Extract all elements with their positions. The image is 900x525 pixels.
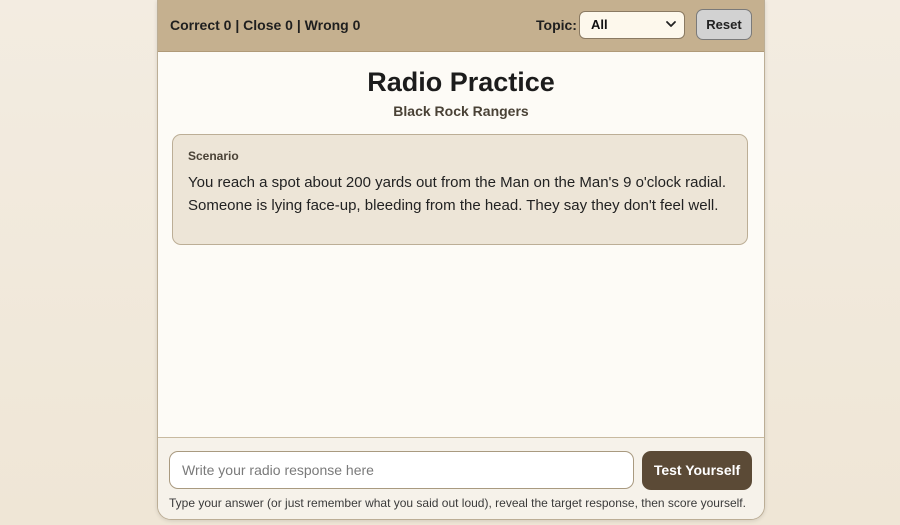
scenario-label: Scenario [188, 149, 239, 163]
score-tally: Correct 0 | Close 0 | Wrong 0 [170, 17, 361, 33]
topic-selected-value: All [591, 17, 608, 32]
response-panel: Test Yourself Type your answer (or just … [158, 437, 764, 519]
chevron-down-icon [666, 21, 676, 27]
practice-app: Correct 0 | Close 0 | Wrong 0 Topic: All… [157, 0, 765, 520]
topic-select[interactable]: All [579, 11, 685, 39]
scenario-text: You reach a spot about 200 yards out fro… [188, 174, 726, 214]
radio-response-input[interactable] [169, 451, 634, 489]
instructions-hint: Type your answer (or just remember what … [169, 496, 746, 510]
topic-label: Topic: [536, 17, 577, 33]
top-bar: Correct 0 | Close 0 | Wrong 0 Topic: All… [158, 0, 764, 52]
page-title: Radio Practice [367, 67, 555, 97]
test-yourself-button[interactable]: Test Yourself [642, 451, 752, 490]
page-subtitle: Black Rock Rangers [393, 103, 529, 119]
scenario-card: Scenario You reach a spot about 200 yard… [172, 134, 748, 245]
reset-button[interactable]: Reset [696, 9, 752, 40]
